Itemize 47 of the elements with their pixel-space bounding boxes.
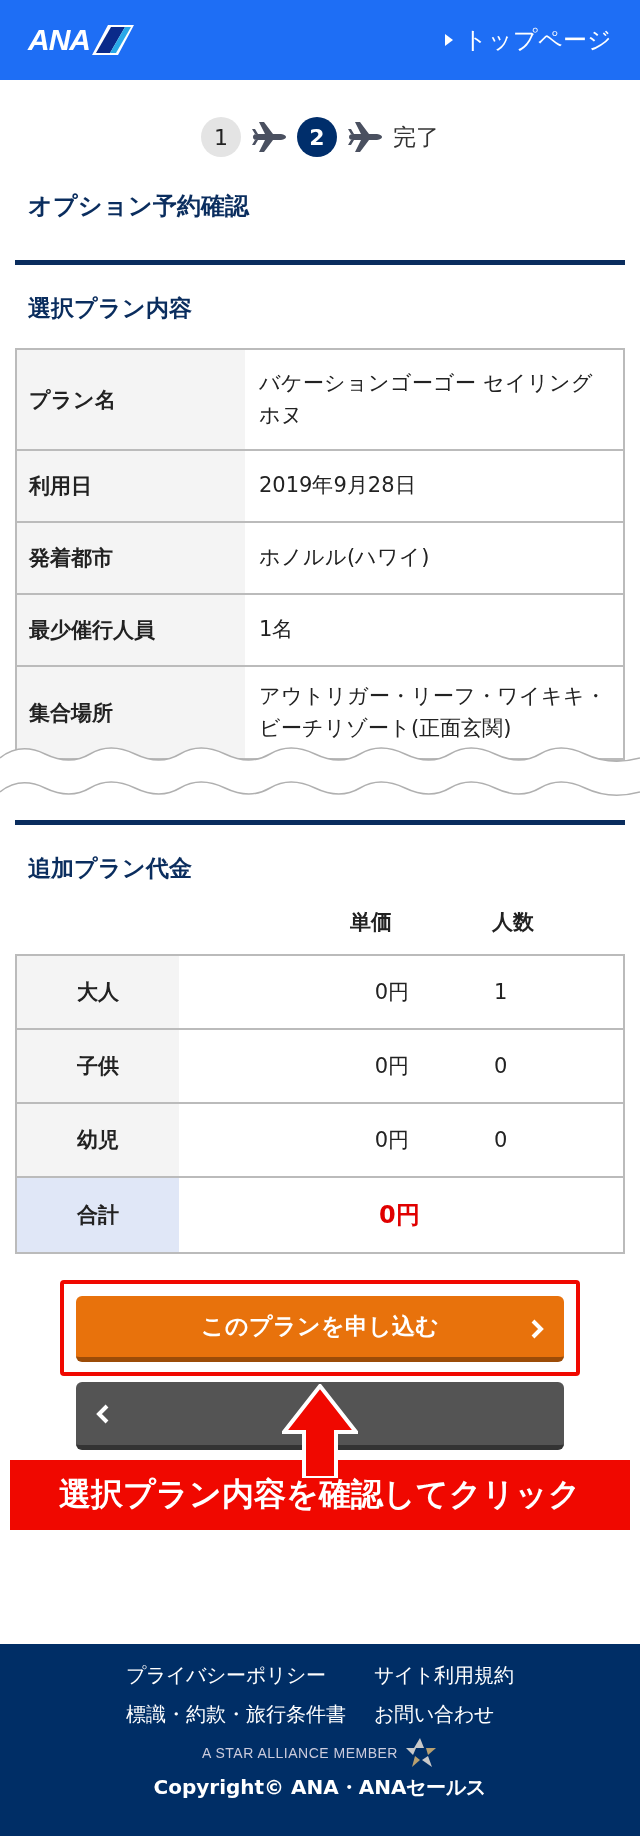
table-cell: 発着都市 (17, 523, 245, 593)
airplane-icon (347, 122, 383, 152)
table-cell-text: 0円 (373, 979, 410, 1006)
step-number: 2 (297, 117, 337, 157)
table-cell-text: 1名 (258, 616, 295, 644)
copyright-text: Copyright© ANA・ANAセールス (153, 1774, 487, 1801)
column-header: 単価 (349, 909, 393, 936)
table-cell: 集合場所 (17, 667, 245, 758)
alliance-text: A STAR ALLIANCE MEMBER (202, 1745, 398, 1761)
table-cell-text: 2019年9月28日 (258, 472, 417, 500)
footer-link[interactable]: サイト利用規約 (374, 1662, 514, 1689)
table-cell-text: ホノルル(ハワイ) (258, 544, 431, 572)
logo-text[interactable]: ANA (28, 23, 90, 57)
table-cell: 幼児 (17, 1104, 179, 1176)
footer-link[interactable]: お問い合わせ (374, 1701, 514, 1728)
step-label: 完了 (393, 122, 439, 152)
total-price: 0円 (378, 1200, 421, 1231)
section-heading: 選択プラン内容 (28, 294, 193, 323)
table-cell-text: 1 (493, 979, 509, 1006)
section-heading: 追加プラン代金 (28, 854, 193, 883)
arrow-icon (282, 1384, 358, 1478)
annotation-banner: 選択プラン内容を確認してクリック (10, 1460, 630, 1530)
airplane-icon (251, 122, 287, 152)
step-number: 1 (201, 117, 241, 157)
logo-stripe-icon (92, 25, 134, 55)
table-cell-text: アウトリガー・リーフ・ワイキキ・ビーチリゾート(正面玄関) (258, 683, 607, 742)
table-cell-text: 0円 (373, 1127, 410, 1154)
triangle-icon (445, 34, 453, 46)
table-cell: 合計 (17, 1178, 179, 1252)
top-page-link[interactable]: トップページ (445, 24, 612, 56)
footer-link[interactable]: 標識・約款・旅行条件書 (126, 1701, 346, 1728)
table-cell-text: 0 (493, 1053, 509, 1080)
table-cell: 大人 (17, 956, 179, 1028)
chevron-left-icon (96, 1402, 110, 1425)
table-cell-text: 0 (493, 1127, 509, 1154)
column-header: 人数 (491, 909, 535, 936)
chevron-right-icon (530, 1318, 544, 1340)
page-title: オプション予約確認 (28, 191, 251, 222)
table-cell: プラン名 (17, 350, 245, 449)
table-cell: 子供 (17, 1030, 179, 1102)
back-button[interactable] (76, 1382, 564, 1450)
footer-link[interactable]: プライバシーポリシー (126, 1662, 346, 1689)
table-cell-text: バケーションゴーゴー セイリングホヌ (258, 370, 594, 429)
table-cell: 最少催行人員 (17, 595, 245, 665)
star-icon (405, 1738, 438, 1768)
table-cell: 利用日 (17, 451, 245, 521)
table-cell-text: 0円 (373, 1053, 410, 1080)
